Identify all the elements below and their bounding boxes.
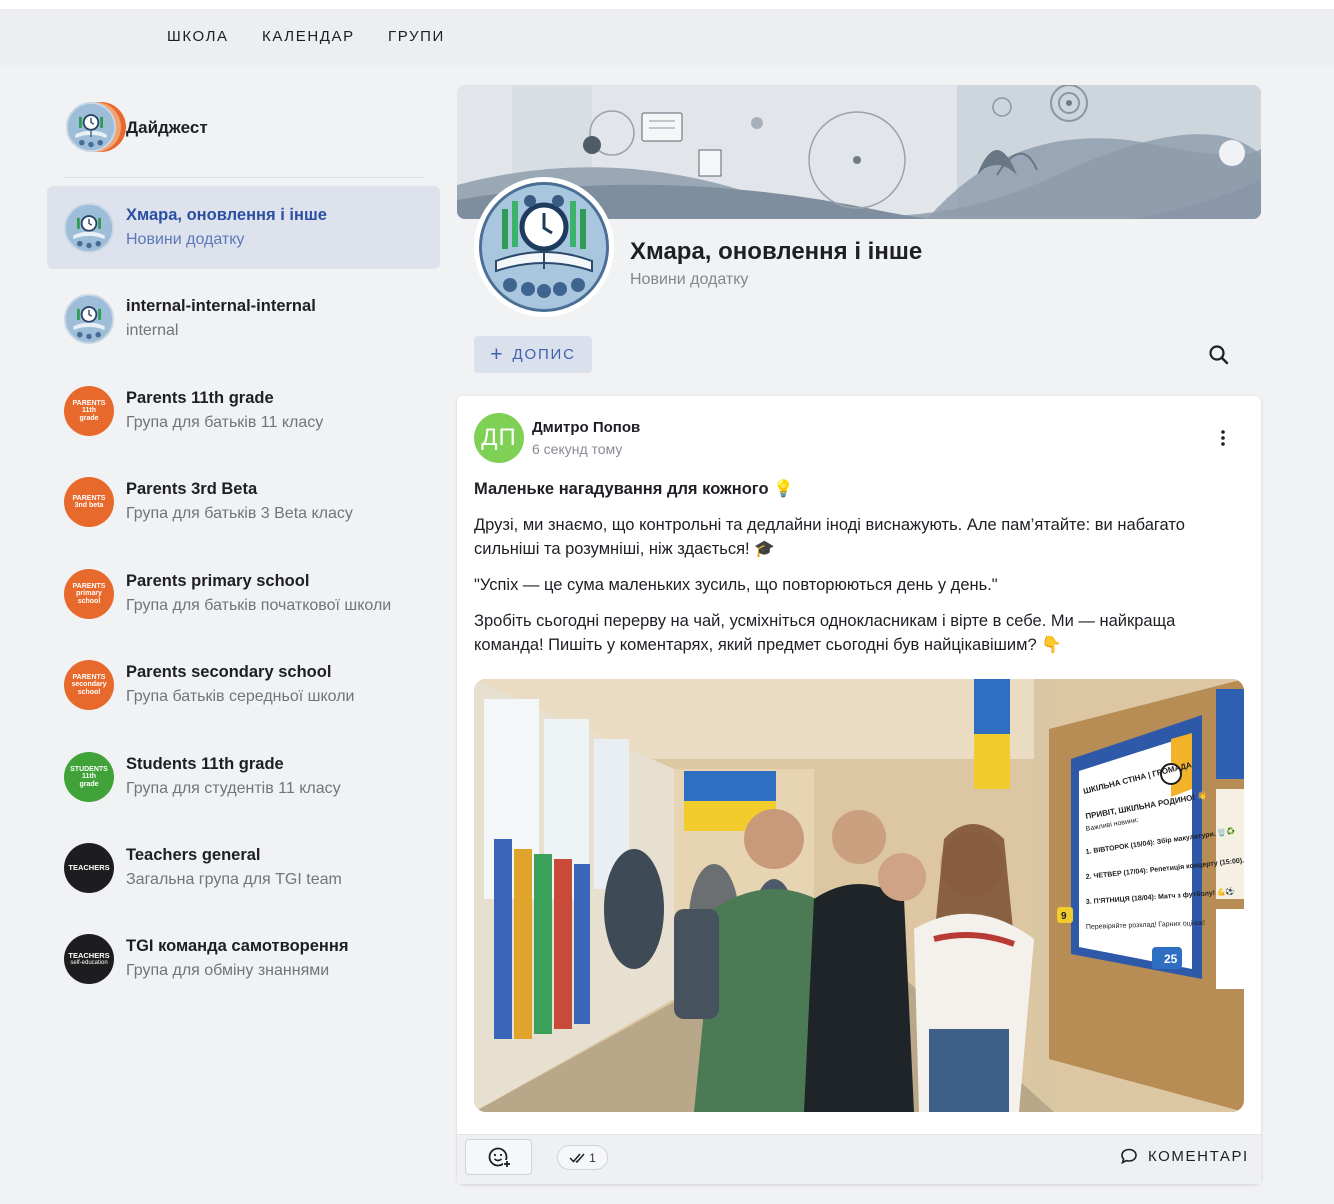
avatar-text: PARENTS <box>72 494 106 502</box>
avatar-text: TEACHERS <box>68 950 110 960</box>
group-description: Група для батьків 11 класу <box>126 414 324 431</box>
author-avatar[interactable]: ДП <box>474 413 524 463</box>
digest-label: Дайджест <box>126 118 208 137</box>
post-timestamp: 6 секунд тому <box>532 441 623 457</box>
groups-sidebar: Дайджест Хмара, оновлення і інше Новини … <box>0 65 450 1204</box>
avatar-text: primary <box>76 590 102 598</box>
school-logo-icon <box>479 182 609 312</box>
page-title: Хмара, оновлення і інше <box>630 238 923 265</box>
group-description: internal <box>126 322 179 339</box>
more-options-icon[interactable] <box>1213 428 1233 448</box>
sidebar-item-parents-secondary[interactable]: PARENTS secondary school Parents secondary… <box>47 643 440 726</box>
page-subtitle: Новини додатку <box>630 271 749 288</box>
group-avatar-students-11th: STUDENTS 11th grade <box>64 752 114 802</box>
comments-button[interactable]: КОМЕНТАРІ <box>1120 1147 1249 1165</box>
school-logo-icon <box>64 203 114 253</box>
post-paragraph: "Успіх — це сума маленьких зусиль, що по… <box>474 576 998 594</box>
group-name: Parents secondary school <box>126 663 332 681</box>
post-footer: 1 КОМЕНТАРІ <box>457 1134 1261 1184</box>
post-card: ДП Дмитро Попов 6 секунд тому Маленьке н… <box>457 396 1261 1184</box>
avatar-text: school <box>77 597 101 605</box>
avatar-text: 11th <box>81 773 96 781</box>
group-avatar-teachers-general: TEACHERS <box>64 843 114 893</box>
school-logo-icon <box>64 294 114 344</box>
sidebar-item-parents-11th[interactable]: PARENTS 11th grade Parents 11th grade Груп… <box>47 369 440 452</box>
sidebar-item-teachers-general[interactable]: TEACHERS Teachers general Загальна група… <box>47 826 440 909</box>
school-logo-icon <box>66 102 116 152</box>
avatar-text: school <box>77 688 101 696</box>
add-emoji-icon <box>488 1147 511 1168</box>
double-check-icon <box>569 1153 585 1163</box>
avatar-text: grade <box>79 780 99 788</box>
seen-count-badge[interactable]: 1 <box>557 1145 608 1170</box>
search-icon[interactable] <box>1206 342 1232 368</box>
group-avatar-large <box>474 177 614 317</box>
group-name: Teachers general <box>126 846 261 864</box>
digest-item[interactable]: Дайджест <box>64 102 444 154</box>
sidebar-item-parents-3rd-beta[interactable]: PARENTS 3nd beta Parents 3rd Beta Група д… <box>47 460 440 543</box>
group-description: Група для обміну знаннями <box>126 962 330 979</box>
group-avatar-parents-secondary: PARENTS secondary school <box>64 660 114 710</box>
group-name: TGI команда самотворення <box>126 937 349 955</box>
avatar-text: 3nd beta <box>74 502 104 509</box>
add-reaction-button[interactable] <box>465 1139 532 1175</box>
group-description: Новини додатку <box>126 231 245 248</box>
nav-school[interactable]: ШКОЛА <box>167 28 229 45</box>
comment-icon <box>1121 1148 1137 1165</box>
post-paragraph: Друзі, ми знаємо, що контрольні та дедла… <box>474 516 1185 558</box>
author-name[interactable]: Дмитро Попов <box>532 419 640 436</box>
group-name: Хмара, оновлення і інше <box>126 206 327 224</box>
group-description: Група батьків середньої школи <box>126 688 355 705</box>
group-name: Parents primary school <box>126 572 310 590</box>
avatar-text: TEACHERS <box>68 863 110 873</box>
nav-calendar[interactable]: КАЛЕНДАР <box>262 28 355 45</box>
group-name: Parents 11th grade <box>126 389 274 407</box>
board-comment-count: 9 <box>1061 911 1067 922</box>
post-title: Маленьке нагадування для кожного 💡 <box>474 480 794 498</box>
avatar-text: PARENTS <box>72 673 106 681</box>
avatar-text: PARENTS <box>72 399 106 407</box>
sidebar-item-cloud-updates[interactable]: Хмара, оновлення і інше Новини додатку <box>47 186 440 269</box>
group-description: Група для батьків початкової школи <box>126 597 392 614</box>
group-avatar-parents-primary: PARENTS primary school <box>64 569 114 619</box>
board-like-count: 25 <box>1164 952 1178 966</box>
group-name: Parents 3rd Beta <box>126 480 258 498</box>
group-description: Загальна група для TGI team <box>126 871 342 888</box>
post-image[interactable]: ШКІЛЬНА СТІНА | ГРОМАДА ПРИВІТ, ШКІЛЬНА … <box>474 679 1244 1112</box>
new-post-button[interactable]: + ДОПИС <box>474 336 592 373</box>
avatar-text: STUDENTS <box>70 765 108 773</box>
comments-label: КОМЕНТАРІ <box>1148 1147 1249 1165</box>
seen-count: 1 <box>589 1150 596 1165</box>
avatar-text: grade <box>79 414 99 422</box>
sidebar-item-tgi-self-education[interactable]: TEACHERS self-education TGI команда самот… <box>47 917 440 1000</box>
group-avatar-tgi-self-education: TEACHERS self-education <box>64 934 114 984</box>
sidebar-item-internal[interactable]: internal-internal-internal internal <box>47 277 440 360</box>
nav-groups[interactable]: ГРУПИ <box>388 28 445 45</box>
avatar-text: self-education <box>70 959 108 966</box>
avatar-text: secondary <box>71 681 107 689</box>
group-avatar-parents-11th: PARENTS 11th grade <box>64 386 114 436</box>
group-name: Students 11th grade <box>126 755 284 773</box>
group-description: Група для батьків 3 Beta класу <box>126 505 353 522</box>
group-description: Група для студентів 11 класу <box>126 780 341 797</box>
group-name: internal-internal-internal <box>126 297 316 315</box>
sidebar-divider <box>64 177 424 178</box>
avatar-text: 11th <box>81 407 96 415</box>
sidebar-item-students-11th[interactable]: STUDENTS 11th grade Students 11th grade Гр… <box>47 735 440 818</box>
avatar-text: PARENTS <box>72 582 106 590</box>
plus-icon: + <box>490 343 503 366</box>
group-avatar-parents-3rd-beta: PARENTS 3nd beta <box>64 477 114 527</box>
post-paragraph: Зробіть сьогодні перерву на чай, усміхні… <box>474 612 1176 654</box>
window-top-strip <box>0 0 1334 9</box>
top-navigation: ШКОЛА КАЛЕНДАР ГРУПИ <box>0 9 1334 65</box>
digest-stacked-avatars <box>64 102 126 154</box>
new-post-label: ДОПИС <box>512 346 576 363</box>
sidebar-item-parents-primary[interactable]: PARENTS primary school Parents primary sch… <box>47 552 440 635</box>
